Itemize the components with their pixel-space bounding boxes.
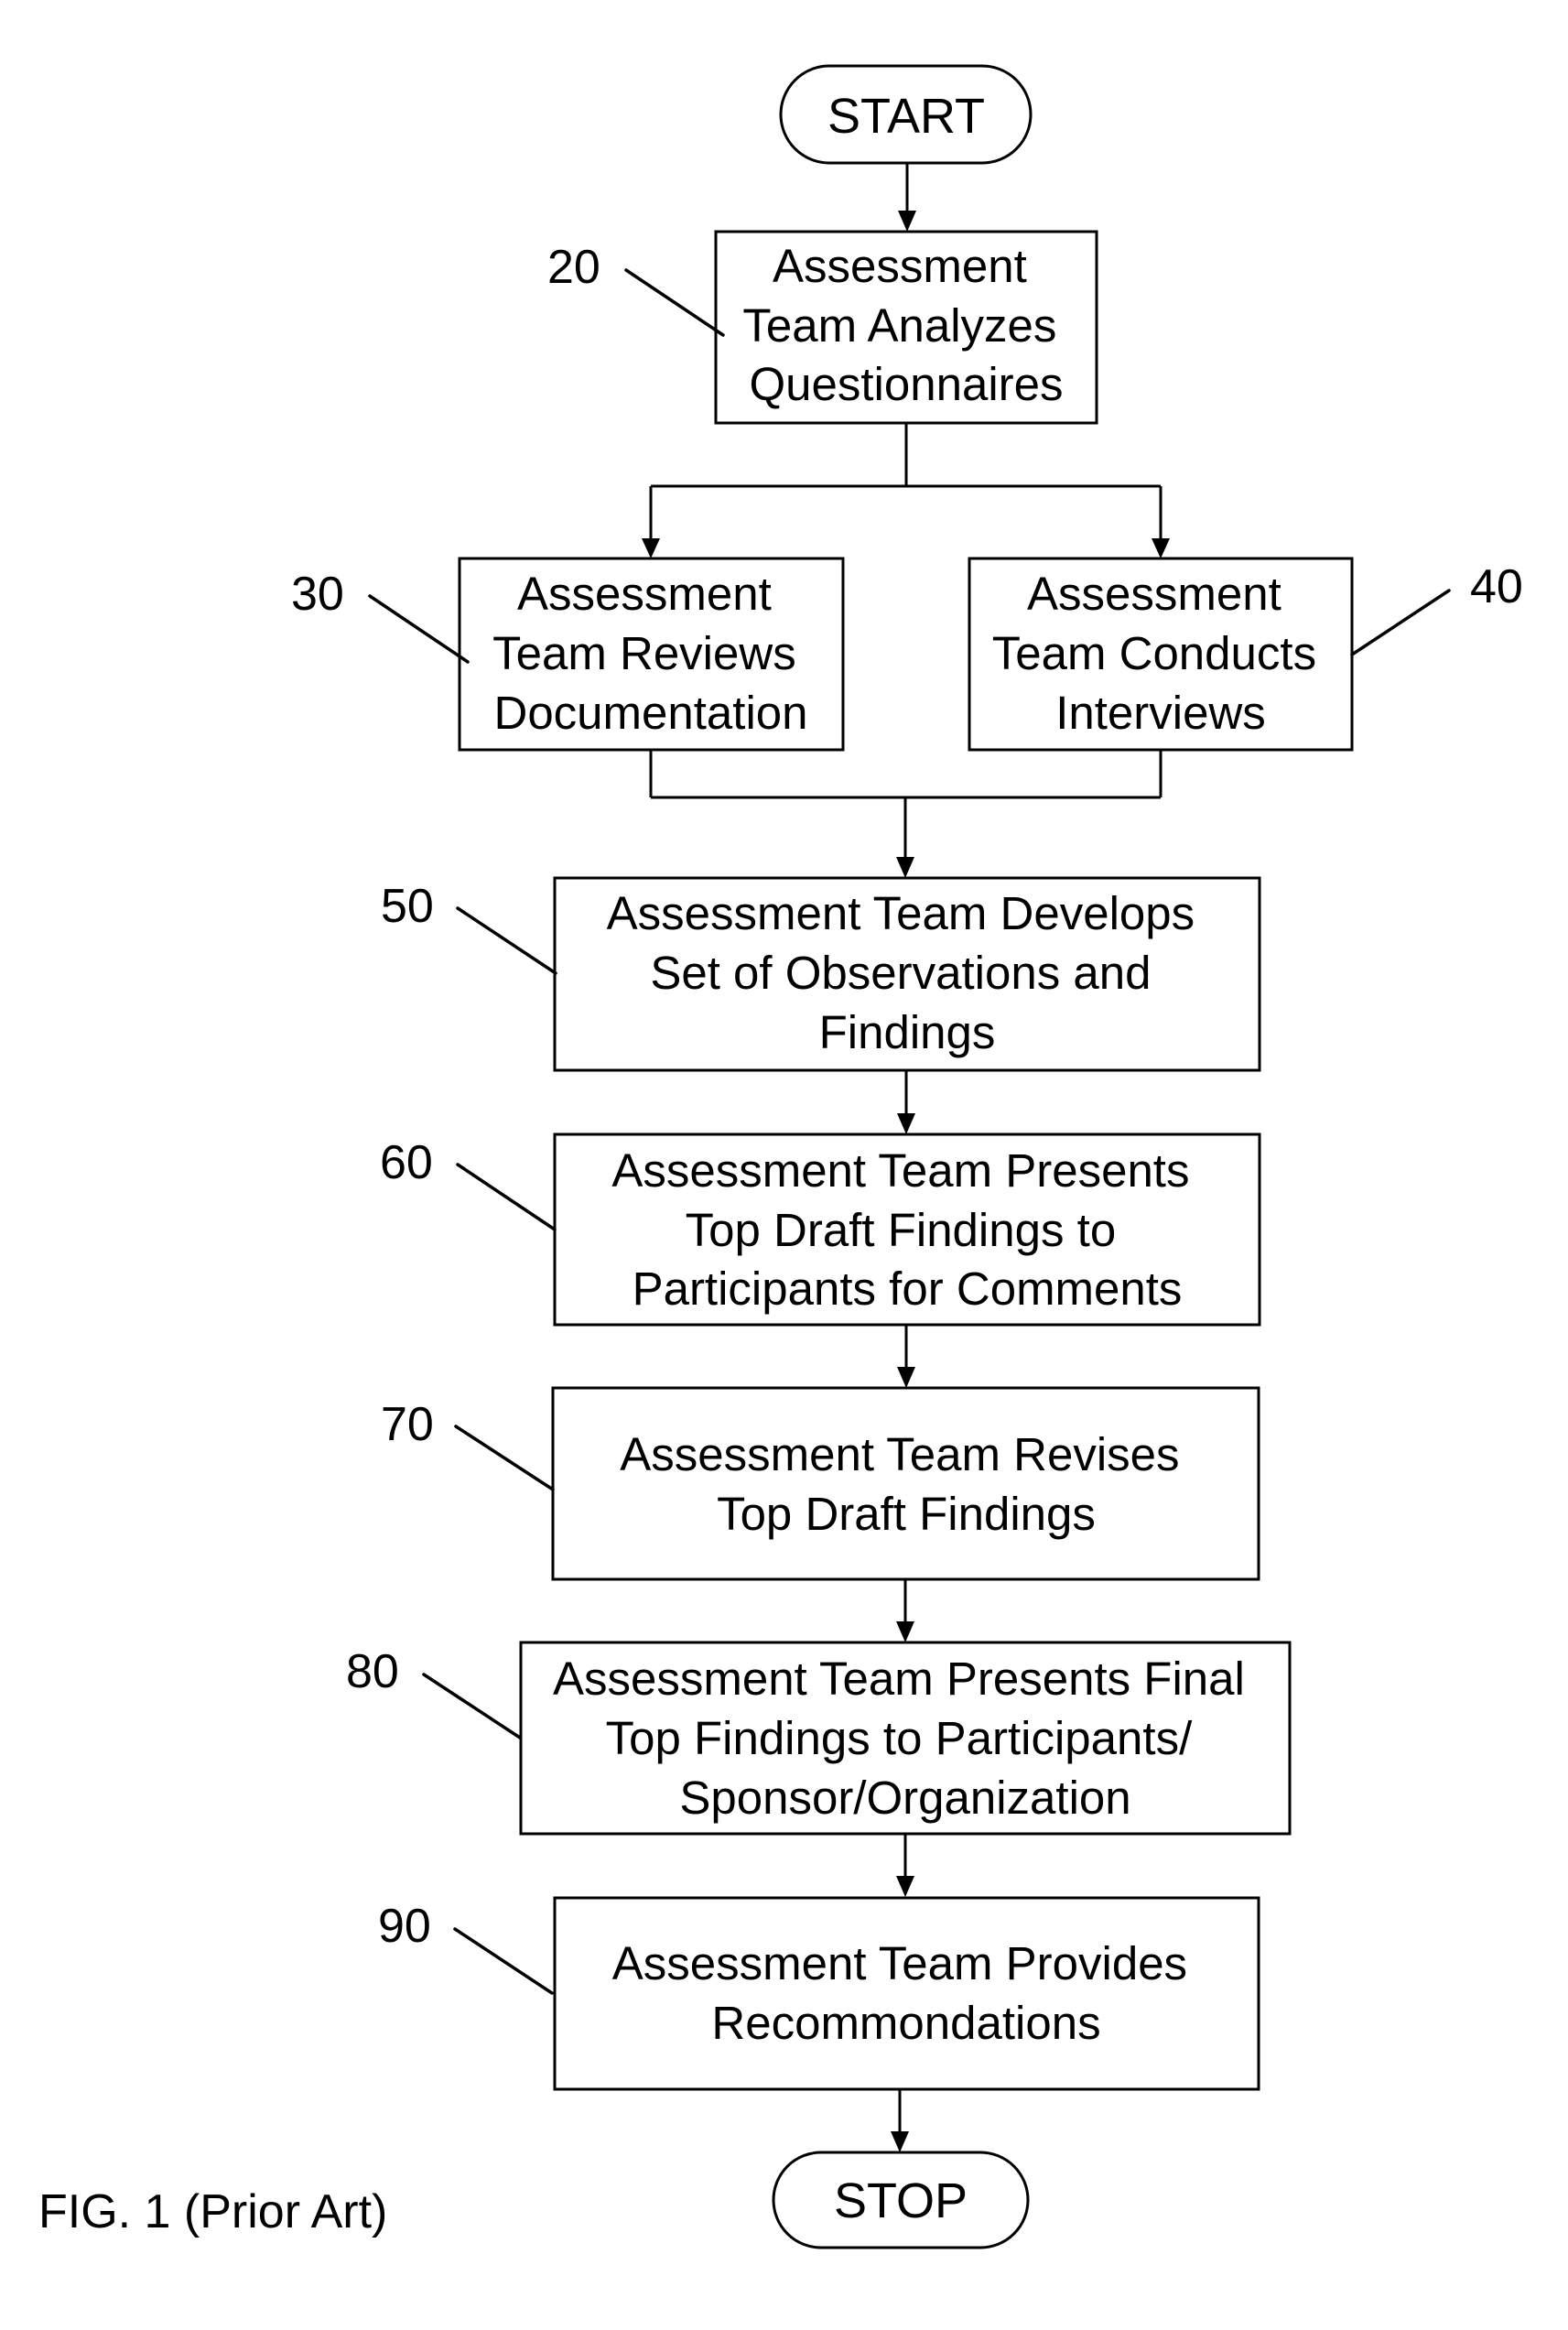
step-80: Assessment Team Presents Final Top Findi… — [519, 1641, 1292, 1836]
step-40: Assessment Team Conducts Interviews — [968, 557, 1354, 752]
leader-line-50 — [456, 906, 557, 975]
step-30: Assessment Team Reviews Documentation — [458, 557, 845, 752]
ref-numeral-60: 60 — [380, 1136, 433, 1189]
leader-line-80 — [422, 1673, 522, 1739]
step-line: Assessment — [773, 240, 1027, 292]
ref-numeral-40: 40 — [1470, 560, 1523, 613]
step-60: Assessment Team Presents Top Draft Findi… — [553, 1132, 1261, 1327]
step-70: Assessment Team Revises Top Draft Findin… — [551, 1386, 1260, 1581]
step-line: Findings — [819, 1006, 996, 1058]
step-line: Assessment — [1027, 568, 1281, 620]
arrowhead-icon — [891, 2131, 909, 2152]
start-terminator: START — [779, 64, 1033, 165]
step-line: Team Conducts — [992, 627, 1316, 679]
ref-numeral-50: 50 — [381, 880, 434, 933]
leader-line-30 — [368, 594, 470, 664]
ref-numeral-90: 90 — [378, 1900, 431, 1953]
step-20: Assessment Team Analyzes Questionnaires — [714, 230, 1098, 425]
step-line: Recommondations — [711, 1997, 1100, 2049]
svg-text:Assessment Team Presents: Assessment Team Presents Top Draft Findi… — [611, 1144, 1202, 1315]
arrowhead-icon — [642, 538, 660, 558]
step-box — [551, 1386, 1260, 1581]
step-line: Top Draft Findings — [717, 1488, 1096, 1540]
stop-label: STOP — [834, 2173, 968, 2228]
flowchart: START Assessment Team Analyzes Questionn… — [38, 64, 1523, 2249]
stop-terminator: STOP — [772, 2151, 1030, 2249]
step-line: Team Analyzes — [742, 299, 1056, 352]
step-line: Assessment Team Develops — [607, 887, 1195, 939]
step-line: Top Draft Findings to — [686, 1204, 1117, 1256]
step-90: Assessment Team Provides Recommondations — [553, 1896, 1260, 2091]
arrowhead-icon — [896, 1876, 914, 1897]
arrowhead-icon — [898, 211, 916, 232]
ref-numeral-20: 20 — [547, 241, 600, 294]
svg-text:Assessment Team Analyzes: Assessment Team Analyzes Questionnaires — [742, 240, 1069, 410]
ref-numeral-70: 70 — [381, 1398, 434, 1451]
step-50: Assessment Team Develops Set of Observat… — [553, 876, 1261, 1072]
step-line: Interviews — [1055, 687, 1266, 739]
step-line: Documentation — [493, 687, 807, 739]
leader-line-20 — [624, 268, 725, 337]
leader-line-70 — [454, 1425, 555, 1491]
step-line: Assessment Team Provides — [612, 1937, 1187, 1989]
figure-caption: FIG. 1 (Prior Art) — [38, 2185, 387, 2238]
step-line: Sponsor/Organization — [679, 1772, 1130, 1824]
step-line: Assessment Team Presents Final — [553, 1653, 1245, 1705]
step-line: Set of Observations and — [650, 947, 1151, 999]
step-line: Assessment Team Revises — [620, 1428, 1179, 1480]
ref-numeral-30: 30 — [291, 568, 344, 621]
leader-line-90 — [453, 1927, 554, 1995]
arrowhead-icon — [896, 857, 914, 878]
arrowhead-icon — [897, 1113, 915, 1134]
step-line: Assessment Team Presents — [611, 1144, 1189, 1197]
step-box — [553, 1896, 1260, 2091]
step-line: Participants for Comments — [633, 1263, 1183, 1315]
step-line: Questionnaires — [749, 358, 1063, 410]
ref-numeral-80: 80 — [346, 1645, 399, 1698]
svg-text:Assessment Team Reviews: Assessment Team Reviews Documentation — [492, 568, 809, 739]
arrowhead-icon — [897, 1367, 915, 1388]
step-line: Top Findings to Participants/ — [606, 1712, 1193, 1764]
leader-line-60 — [456, 1163, 557, 1231]
start-label: START — [827, 89, 985, 144]
arrowhead-icon — [896, 1621, 914, 1642]
arrowhead-icon — [1152, 538, 1170, 558]
step-line: Assessment — [517, 568, 772, 620]
step-line: Team Reviews — [492, 627, 796, 679]
leader-line-40 — [1350, 589, 1451, 656]
